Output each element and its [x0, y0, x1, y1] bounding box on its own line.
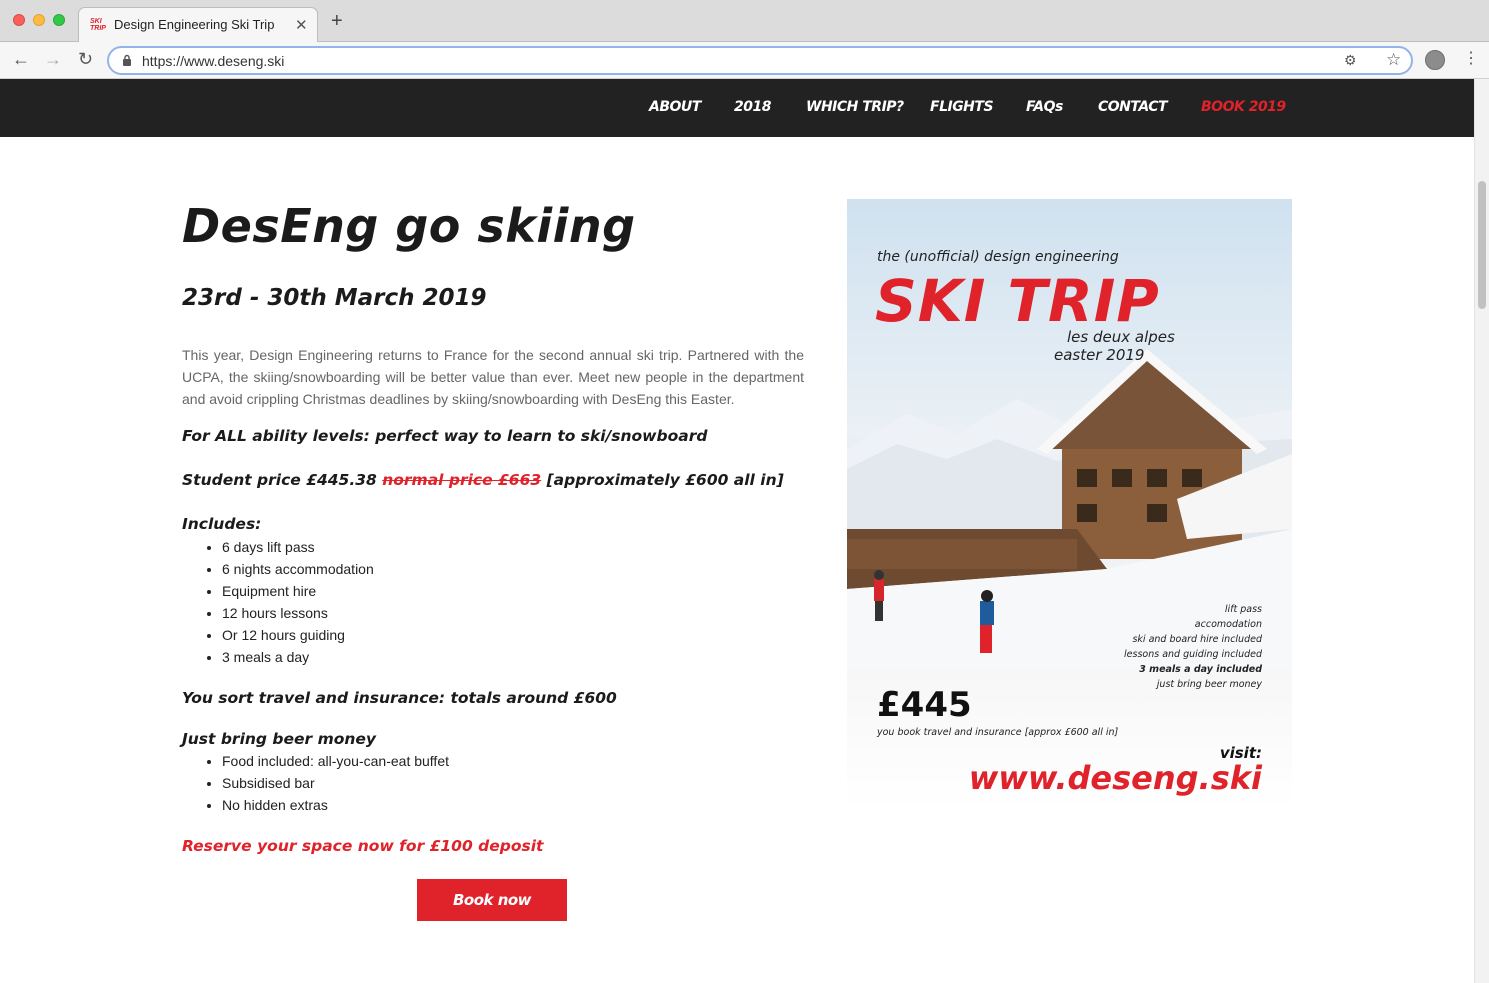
- poster-url: www.deseng.ski: [968, 759, 1262, 797]
- nav-link-about[interactable]: ABOUT: [649, 99, 701, 115]
- tab-title: Design Engineering Ski Trip: [114, 17, 275, 32]
- poster-season: easter 2019: [1054, 346, 1145, 364]
- list-item: 3 meals a day: [222, 646, 374, 668]
- nav-link-faqs[interactable]: FAQs: [1026, 99, 1063, 115]
- beer-list: Food included: all-you-can-eat buffet Su…: [222, 750, 449, 816]
- close-window-button[interactable]: [13, 14, 25, 26]
- nav-link-flights[interactable]: FLIGHTS: [930, 99, 994, 115]
- list-item: Subsidised bar: [222, 772, 449, 794]
- url-text: https://www.deseng.ski: [142, 53, 285, 69]
- nav-link-book-2019[interactable]: BOOK 2019: [1201, 99, 1286, 115]
- list-item: 6 nights accommodation: [222, 558, 374, 580]
- minimize-window-button[interactable]: [33, 14, 45, 26]
- browser-menu-icon[interactable]: ⋮: [1463, 49, 1479, 69]
- poster-travel-note: you book travel and insurance [approx £6…: [877, 727, 1119, 738]
- normal-price: normal price £663: [382, 471, 542, 489]
- list-item: No hidden extras: [222, 794, 449, 816]
- nav-link-contact[interactable]: CONTACT: [1098, 99, 1168, 115]
- back-arrow-icon[interactable]: ←: [12, 49, 30, 69]
- favicon-icon: SKI TRIP: [90, 18, 106, 34]
- new-tab-button[interactable]: +: [331, 11, 343, 31]
- scrollbar-thumb[interactable]: [1478, 181, 1486, 309]
- poster-feature: ski and board hire included: [1132, 634, 1262, 645]
- maximize-window-button[interactable]: [53, 14, 65, 26]
- poster-title: SKI TRIP: [875, 267, 1160, 335]
- favicon-text-ski: SKI: [90, 18, 102, 25]
- nav-link-which-trip[interactable]: WHICH TRIP?: [806, 99, 904, 115]
- blocked-content-icon[interactable]: ⚙: [1344, 52, 1357, 69]
- poster-location: les deux alpes: [1067, 328, 1175, 346]
- site-navigation: ABOUT 2018 WHICH TRIP? FLIGHTS FAQs CONT…: [0, 79, 1474, 137]
- includes-list: 6 days lift pass 6 nights accommodation …: [222, 536, 374, 668]
- poster-price: £445: [877, 685, 972, 725]
- list-item: Food included: all-you-can-eat buffet: [222, 750, 449, 772]
- price-line: Student price £445.38 normal price £663 …: [182, 471, 784, 489]
- browser-tab[interactable]: SKI TRIP Design Engineering Ski Trip ✕: [78, 7, 318, 43]
- list-item: 6 days lift pass: [222, 536, 374, 558]
- poster-feature: lessons and guiding included: [1124, 649, 1262, 660]
- student-price: Student price £445.38: [182, 471, 377, 489]
- poster-feature: lift pass: [1224, 604, 1262, 615]
- includes-heading: Includes:: [182, 515, 262, 533]
- poster-feature: just bring beer money: [1156, 679, 1262, 690]
- page-scrollbar[interactable]: [1474, 137, 1489, 983]
- page-title: DesEng go skiing: [182, 199, 636, 253]
- lock-icon: [123, 54, 131, 66]
- book-now-button[interactable]: Book now: [417, 879, 567, 921]
- list-item: 12 hours lessons: [222, 602, 374, 624]
- bookmark-star-icon[interactable]: ☆: [1386, 50, 1401, 70]
- intro-paragraph: This year, Design Engineering returns to…: [182, 347, 804, 407]
- browser-chrome: SKI TRIP Design Engineering Ski Trip ✕ +…: [0, 0, 1489, 79]
- forward-arrow-icon[interactable]: →: [44, 49, 62, 69]
- scrollbar-track-top: [1474, 79, 1489, 137]
- poster-feature: accomodation: [1194, 619, 1262, 630]
- travel-note: You sort travel and insurance: totals ar…: [182, 689, 617, 707]
- poster-features: lift pass accomodation ski and board hir…: [1124, 602, 1262, 692]
- address-bar[interactable]: https://www.deseng.ski ⚙ ☆: [107, 46, 1413, 75]
- reload-icon[interactable]: ↻: [78, 49, 93, 69]
- browser-toolbar: ← → ↻ https://www.deseng.ski ⚙ ☆ ⋮: [0, 42, 1489, 79]
- tab-bar: SKI TRIP Design Engineering Ski Trip ✕ +: [0, 0, 1489, 43]
- approx-price: [approximately £600 all in]: [546, 471, 784, 489]
- poster-feature: 3 meals a day included: [1139, 664, 1262, 675]
- reserve-deposit: Reserve your space now for £100 deposit: [182, 837, 544, 855]
- profile-avatar[interactable]: [1425, 50, 1445, 70]
- list-item: Equipment hire: [222, 580, 374, 602]
- trip-dates: 23rd - 30th March 2019: [182, 285, 487, 311]
- tab-close-icon[interactable]: ✕: [295, 16, 308, 34]
- ability-levels: For ALL ability levels: perfect way to l…: [182, 427, 708, 445]
- poster-subtitle: the (unofficial) design engineering: [877, 249, 1119, 265]
- favicon-text-trip: TRIP: [90, 25, 106, 32]
- nav-link-2018[interactable]: 2018: [734, 99, 771, 115]
- ski-trip-poster: the (unofficial) design engineering SKI …: [847, 199, 1292, 809]
- beer-heading: Just bring beer money: [182, 730, 377, 748]
- list-item: Or 12 hours guiding: [222, 624, 374, 646]
